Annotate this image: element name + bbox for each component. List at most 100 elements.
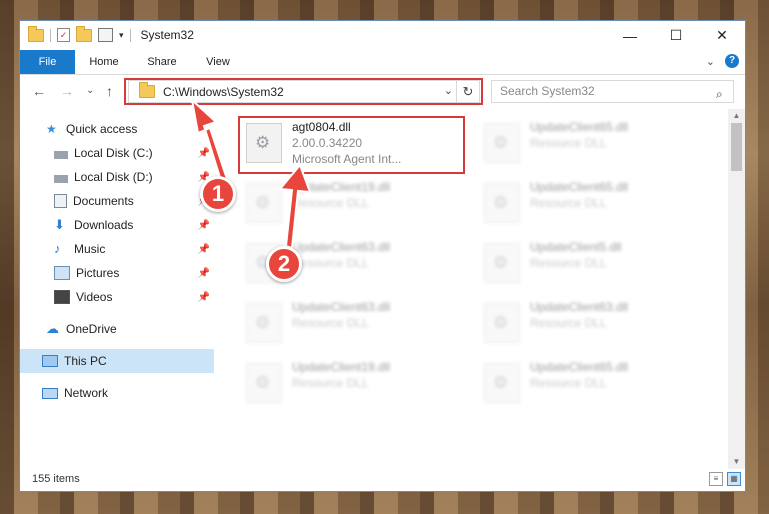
expand-ribbon-chevron-icon[interactable]: ⌄ (706, 55, 715, 68)
scroll-up-arrow-icon[interactable]: ▲ (728, 109, 745, 123)
file-name: UpdateClient63.dll (530, 300, 629, 314)
scroll-down-arrow-icon[interactable]: ▼ (728, 455, 745, 469)
file-type: Resource DLL (530, 376, 607, 390)
file-item[interactable]: UpdateClient63.dll Resource DLL (240, 297, 460, 353)
pictures-icon (54, 266, 70, 280)
file-item[interactable]: UpdateClient65.dll Resource DLL (478, 357, 698, 413)
up-arrow-icon[interactable]: ↑ (106, 83, 113, 99)
tiles-view-icon[interactable]: ▦ (727, 472, 741, 486)
file-item[interactable]: UpdateClient63.dll Resource DLL (478, 297, 698, 353)
toolbar-divider (50, 28, 51, 42)
sidebar-item-label: Videos (76, 290, 113, 304)
downloads-icon: ⬇ (54, 217, 65, 232)
callout-step-2: 2 (266, 246, 302, 282)
sidebar-item-local-disk-d[interactable]: Local Disk (D:) 📌 (20, 165, 214, 189)
new-folder-icon[interactable] (76, 25, 92, 42)
file-name: UpdateClient5.dll (530, 240, 622, 254)
callout-step-1: 1 (200, 176, 236, 212)
tab-share[interactable]: Share (136, 50, 188, 74)
file-highlight (238, 116, 465, 174)
file-name: UpdateClient63.dll (292, 300, 391, 314)
view-toggles: ≡ ▦ (709, 472, 741, 486)
dll-file-icon (484, 183, 520, 223)
back-arrow-icon[interactable]: ← (32, 83, 46, 99)
window-controls: — ☐ ✕ (607, 21, 745, 50)
navigation-pane: ★ Quick access Local Disk (C:) 📌 Local D… (20, 109, 214, 469)
sidebar-item-label: This PC (64, 354, 107, 368)
quick-access-toolbar: ✓ ▾ System32 (28, 25, 194, 42)
properties-check-icon[interactable]: ✓ (57, 28, 70, 42)
dll-file-icon (484, 123, 520, 163)
maximize-button[interactable]: ☐ (653, 21, 699, 50)
help-icon[interactable]: ? (725, 54, 739, 68)
sidebar-item-label: Quick access (66, 122, 138, 136)
sidebar-item-label: Local Disk (C:) (74, 146, 153, 160)
file-type: Resource DLL (292, 376, 369, 390)
dll-file-icon (246, 183, 282, 223)
file-type: Resource DLL (530, 196, 607, 210)
pin-icon[interactable]: 📌 (198, 292, 210, 303)
documents-icon (54, 194, 67, 208)
file-name: UpdateClient65.dll (530, 360, 629, 374)
pin-icon[interactable]: 📌 (198, 244, 210, 255)
vertical-scrollbar[interactable]: ▲ ▼ (728, 109, 745, 469)
status-bar: 155 items ≡ ▦ (20, 469, 745, 491)
sidebar-item-downloads[interactable]: ⬇ Downloads 📌 (20, 213, 214, 237)
scrollbar-thumb[interactable] (731, 123, 742, 171)
sidebar-item-network[interactable]: Network (20, 381, 214, 405)
tab-file[interactable]: File (20, 50, 75, 74)
sidebar-item-quick-access[interactable]: ★ Quick access (20, 117, 214, 141)
file-item[interactable]: UpdateClient19.dll Resource DLL (240, 357, 460, 413)
tab-home[interactable]: Home (78, 50, 130, 74)
dll-file-icon (246, 363, 282, 403)
star-icon: ★ (46, 122, 57, 136)
drive-icon (54, 150, 68, 159)
recent-locations-chevron-icon[interactable]: ⌄ (86, 85, 94, 96)
file-item[interactable]: UpdateClient5.dll Resource DLL (478, 237, 698, 293)
sidebar-item-music[interactable]: ♪ Music 📌 (20, 237, 214, 261)
pin-icon[interactable]: 📌 (198, 268, 210, 279)
file-name: UpdateClient65.dll (530, 120, 629, 134)
file-item[interactable]: UpdateClient65.dll Resource DLL (478, 177, 698, 233)
sidebar-item-label: OneDrive (66, 322, 117, 336)
ribbon-right-controls: ⌄ ? (706, 54, 739, 68)
title-bar: ✓ ▾ System32 — ☐ ✕ (20, 21, 745, 50)
customize-toolbar-chevron-icon[interactable]: ▾ (119, 30, 124, 41)
sidebar-item-pictures[interactable]: Pictures 📌 (20, 261, 214, 285)
minimize-button[interactable]: — (607, 21, 653, 50)
ribbon-tabs: File Home Share View ⌄ ? (20, 50, 745, 75)
file-name: UpdateClient63.dll (292, 240, 391, 254)
file-item[interactable]: UpdateClient65.dll Resource DLL (478, 117, 698, 173)
sidebar-item-documents[interactable]: Documents 📌 (20, 189, 214, 213)
forward-arrow-icon[interactable]: → (60, 83, 74, 99)
file-name: UpdateClient65.dll (530, 180, 629, 194)
dll-file-icon (484, 303, 520, 343)
properties-icon[interactable] (98, 28, 113, 42)
file-type: Resource DLL (292, 256, 369, 270)
window-title: System32 (140, 28, 194, 42)
sidebar-item-videos[interactable]: Videos 📌 (20, 285, 214, 309)
toolbar-divider (129, 28, 131, 42)
search-icon[interactable]: ⌕ (716, 87, 738, 102)
sidebar-item-label: Network (64, 386, 109, 400)
music-icon: ♪ (54, 241, 61, 256)
close-button[interactable]: ✕ (699, 21, 745, 50)
sidebar-item-this-pc[interactable]: This PC (20, 349, 214, 373)
tab-view[interactable]: View (192, 50, 244, 74)
file-type: Resource DLL (292, 196, 369, 210)
file-item[interactable]: UpdateClient19.dll Resource DLL (240, 177, 460, 233)
search-input[interactable]: Search System32 (491, 80, 734, 103)
file-type: Resource DLL (530, 256, 607, 270)
file-type: Resource DLL (530, 136, 607, 150)
pin-icon[interactable]: 📌 (198, 148, 210, 159)
dll-file-icon (484, 363, 520, 403)
sidebar-item-onedrive[interactable]: ☁ OneDrive (20, 317, 214, 341)
network-icon (42, 387, 58, 399)
onedrive-icon: ☁ (46, 321, 59, 336)
item-count: 155 items (32, 473, 80, 485)
sidebar-item-local-disk-c[interactable]: Local Disk (C:) 📌 (20, 141, 214, 165)
sidebar-item-label: Documents (73, 194, 134, 208)
pin-icon[interactable]: 📌 (198, 220, 210, 231)
details-view-icon[interactable]: ≡ (709, 472, 723, 486)
dll-file-icon (484, 243, 520, 283)
